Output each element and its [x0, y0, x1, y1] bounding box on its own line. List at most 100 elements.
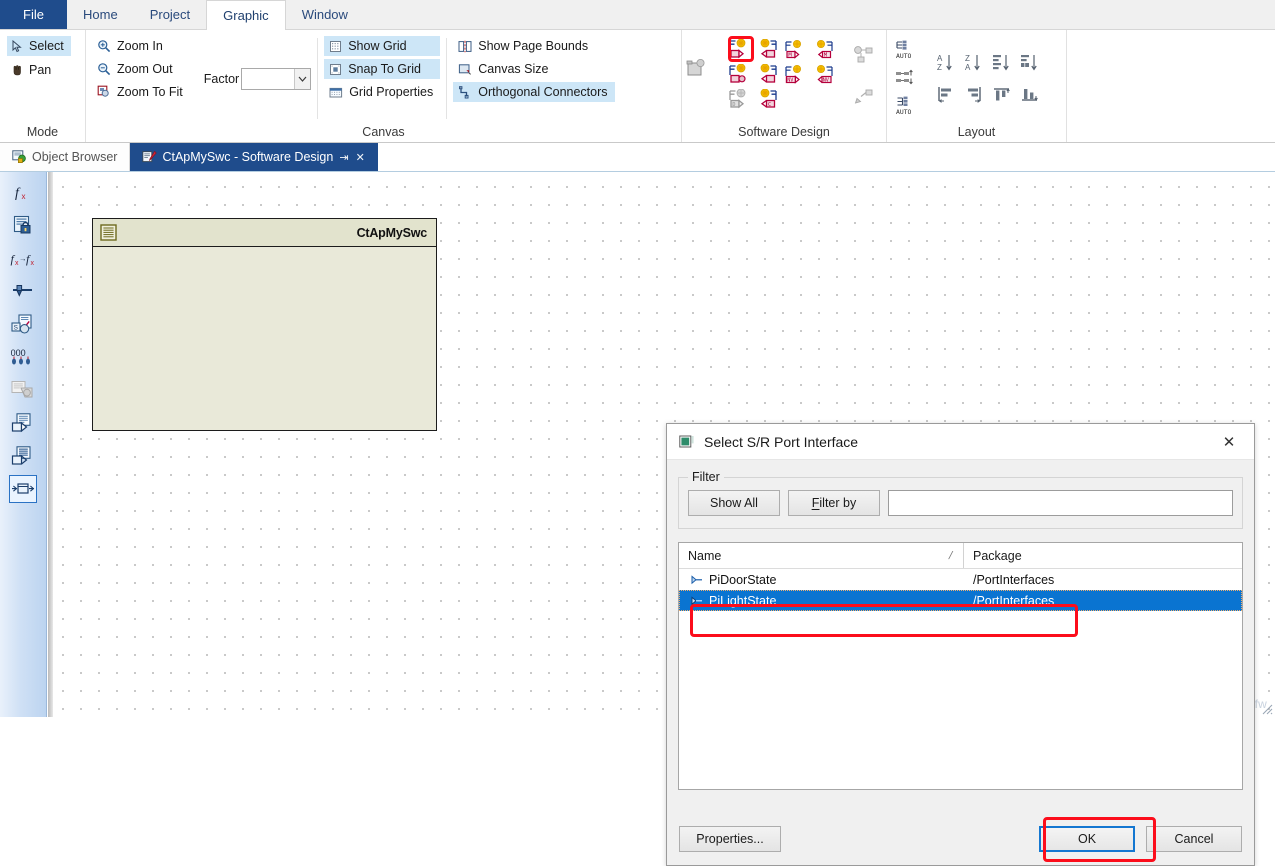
sr-required-port-button[interactable]: [753, 36, 781, 61]
filter-by-button[interactable]: Filter by: [788, 490, 880, 516]
zoom-to-fit-button[interactable]: Zoom To Fit: [92, 82, 190, 102]
nv-provided-port-button[interactable]: NV: [781, 61, 809, 86]
grid-properties-button[interactable]: Grid Properties: [324, 82, 440, 102]
connector-panel-button[interactable]: [9, 475, 37, 503]
doc-tab-object-browser[interactable]: Object Browser: [0, 143, 131, 171]
swc-type-icon: [100, 224, 117, 241]
list-column-name-label: Name: [688, 548, 722, 563]
locked-document-icon: [12, 215, 34, 235]
snap-grid-icon: [329, 63, 342, 76]
canvas-left-scrollbar[interactable]: [48, 172, 53, 717]
sort-a-z-button[interactable]: AZ: [932, 50, 960, 75]
sort-by-size-button[interactable]: [988, 50, 1016, 75]
ribbon-tab-project[interactable]: Project: [134, 0, 206, 29]
close-tab-button[interactable]: ✕: [355, 151, 366, 164]
swd-empty-cell-2: [809, 86, 837, 111]
properties-label: Properties...: [696, 832, 764, 846]
align-left-button[interactable]: [932, 82, 960, 107]
svg-text:NV: NV: [787, 77, 793, 83]
doc-tab-software-design[interactable]: CtApMySwc - Software Design ⇥ ✕: [130, 143, 378, 171]
dialog-body: Filter Show All Filter by Name / Package…: [667, 460, 1254, 790]
show-grid-toggle[interactable]: Show Grid: [324, 36, 441, 56]
list-column-name[interactable]: Name /: [679, 543, 964, 568]
zoom-in-icon: [97, 39, 111, 53]
sr-required-circle-port-button[interactable]: [753, 61, 781, 86]
port-interface-list[interactable]: Name / Package PiDoorState /PortInterfac…: [678, 542, 1243, 790]
software-design-icon-grid: M M NV NV D C: [725, 36, 837, 111]
table-row[interactable]: PiDoorState /PortInterfaces: [679, 569, 1242, 590]
svg-text:NV: NV: [823, 77, 829, 83]
canvas-size-button[interactable]: Canvas Size: [453, 59, 614, 79]
svg-text:x: x: [22, 192, 26, 201]
orthogonal-connectors-toggle[interactable]: Orthogonal Connectors: [453, 82, 615, 102]
ms-required-port-button[interactable]: M: [809, 36, 837, 61]
locked-document-button[interactable]: [9, 211, 37, 239]
pin-tab-button[interactable]: ⇥: [338, 151, 349, 164]
sort-z-a-button[interactable]: ZA: [960, 50, 988, 75]
zoom-in-button[interactable]: Zoom In: [92, 36, 190, 56]
ribbon-tab-bar: File Home Project Graphic Window: [0, 0, 1275, 30]
cancel-label: Cancel: [1174, 832, 1214, 846]
svg-text:000: 000: [11, 348, 26, 358]
filter-by-label: F: [812, 496, 820, 510]
svg-text:Z: Z: [937, 63, 942, 72]
svg-text:x: x: [31, 260, 35, 267]
properties-button[interactable]: Properties...: [679, 826, 781, 852]
show-page-bounds-toggle[interactable]: Show Page Bounds: [453, 36, 614, 56]
doc-tab-software-design-label: CtApMySwc - Software Design: [162, 150, 334, 164]
ok-button[interactable]: OK: [1039, 826, 1135, 852]
sr-provided-circle-port-button[interactable]: [725, 61, 753, 86]
dialog-close-button[interactable]: ✕: [1210, 428, 1248, 456]
table-row[interactable]: PiLightState /PortInterfaces: [679, 590, 1242, 611]
nv-required-port-button[interactable]: NV: [809, 61, 837, 86]
data-elements-button[interactable]: 000: [9, 343, 37, 371]
cancel-button[interactable]: Cancel: [1146, 826, 1242, 852]
swc-component-body[interactable]: [93, 247, 436, 458]
select-sr-port-interface-dialog: Select S/R Port Interface ✕ Filter Show …: [666, 423, 1255, 866]
filter-text-field[interactable]: [888, 490, 1233, 516]
sw-component-check-icon: S: [11, 313, 35, 335]
provided-port-panel-button[interactable]: [9, 409, 37, 437]
cursor-arrow-icon: [11, 39, 24, 53]
show-all-button[interactable]: Show All: [688, 490, 780, 516]
ribbon-tab-file[interactable]: File: [0, 0, 67, 29]
chevron-down-icon[interactable]: [294, 68, 311, 89]
align-right-button[interactable]: [960, 82, 988, 107]
fx-to-fx-button[interactable]: f x → f x: [9, 244, 37, 272]
ribbon-tab-home[interactable]: Home: [67, 0, 134, 29]
zoom-factor-combobox[interactable]: [241, 67, 312, 90]
new-component-button[interactable]: [686, 36, 712, 78]
auto-layout-bottom-button[interactable]: AUTO: [891, 93, 919, 118]
required-port-panel-button[interactable]: [9, 442, 37, 470]
sw-component-check-button[interactable]: S: [9, 310, 37, 338]
mode-button-pan[interactable]: Pan: [7, 60, 58, 80]
sr-provided-port-button[interactable]: [725, 36, 754, 62]
list-column-package[interactable]: Package: [964, 543, 1031, 568]
align-bottom-button[interactable]: [1016, 82, 1044, 107]
resize-grip-icon[interactable]: [1259, 701, 1273, 715]
filter-by-mnemonic: F: [811, 496, 820, 510]
function-fx-button[interactable]: fx: [9, 178, 37, 206]
ms-provided-port-button[interactable]: M: [781, 36, 809, 61]
snap-to-grid-toggle[interactable]: Snap To Grid: [324, 59, 441, 79]
row-package-cell: /PortInterfaces: [973, 593, 1055, 608]
zoom-factor-input[interactable]: [242, 69, 295, 88]
list-body: PiDoorState /PortInterfaces PiLightState…: [679, 569, 1242, 789]
copy-stack-disabled-icon: [11, 380, 35, 400]
software-design-icon: [142, 150, 158, 164]
swc-component-shape[interactable]: CtApMySwc: [92, 218, 437, 431]
auto-layout-top-button[interactable]: AUTO: [891, 37, 919, 62]
ribbon-tab-graphic[interactable]: Graphic: [206, 0, 286, 30]
grid-properties-icon: [329, 86, 343, 99]
align-top-button[interactable]: [988, 82, 1016, 107]
filter-text-input[interactable]: [889, 491, 1232, 515]
mode-button-select[interactable]: Select: [7, 36, 71, 56]
dialog-title-bar[interactable]: Select S/R Port Interface ✕: [667, 424, 1254, 460]
slider-handle-button[interactable]: [9, 277, 37, 305]
zoom-in-label: Zoom In: [117, 39, 163, 53]
sort-by-type-button[interactable]: [1016, 50, 1044, 75]
ribbon-tab-window[interactable]: Window: [286, 0, 364, 29]
zoom-out-button[interactable]: Zoom Out: [92, 59, 190, 79]
distribute-vertical-button[interactable]: [891, 65, 919, 90]
required-port-grey-button[interactable]: C: [753, 86, 781, 111]
